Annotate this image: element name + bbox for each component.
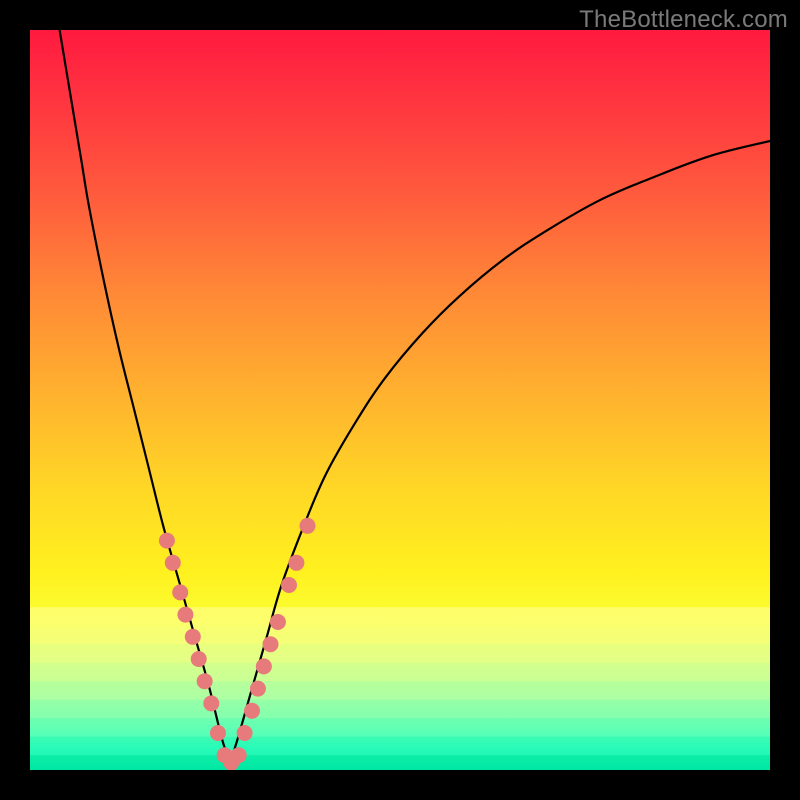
gradient-band [30,663,770,682]
data-point [281,577,297,593]
gradient-band [30,737,770,756]
data-point [300,518,316,534]
data-point [288,555,304,571]
data-point [203,695,219,711]
gradient-band [30,718,770,737]
data-point [244,703,260,719]
chart-svg [30,30,770,770]
gradient-band [30,607,770,626]
data-point [270,614,286,630]
gradient-band [30,644,770,663]
data-point [197,673,213,689]
data-point [237,725,253,741]
gradient-band [30,681,770,700]
data-point [256,658,272,674]
data-point [165,555,181,571]
data-point [191,651,207,667]
data-point [250,681,266,697]
data-point [263,636,279,652]
plot-area [30,30,770,770]
gradient-band-overlay [30,607,770,770]
data-point [185,629,201,645]
data-point [231,747,247,763]
data-point [159,533,175,549]
chart-frame: TheBottleneck.com [0,0,800,800]
gradient-band [30,755,770,770]
data-point [210,725,226,741]
gradient-band [30,626,770,645]
gradient-band [30,700,770,719]
data-point [172,584,188,600]
data-point [177,607,193,623]
